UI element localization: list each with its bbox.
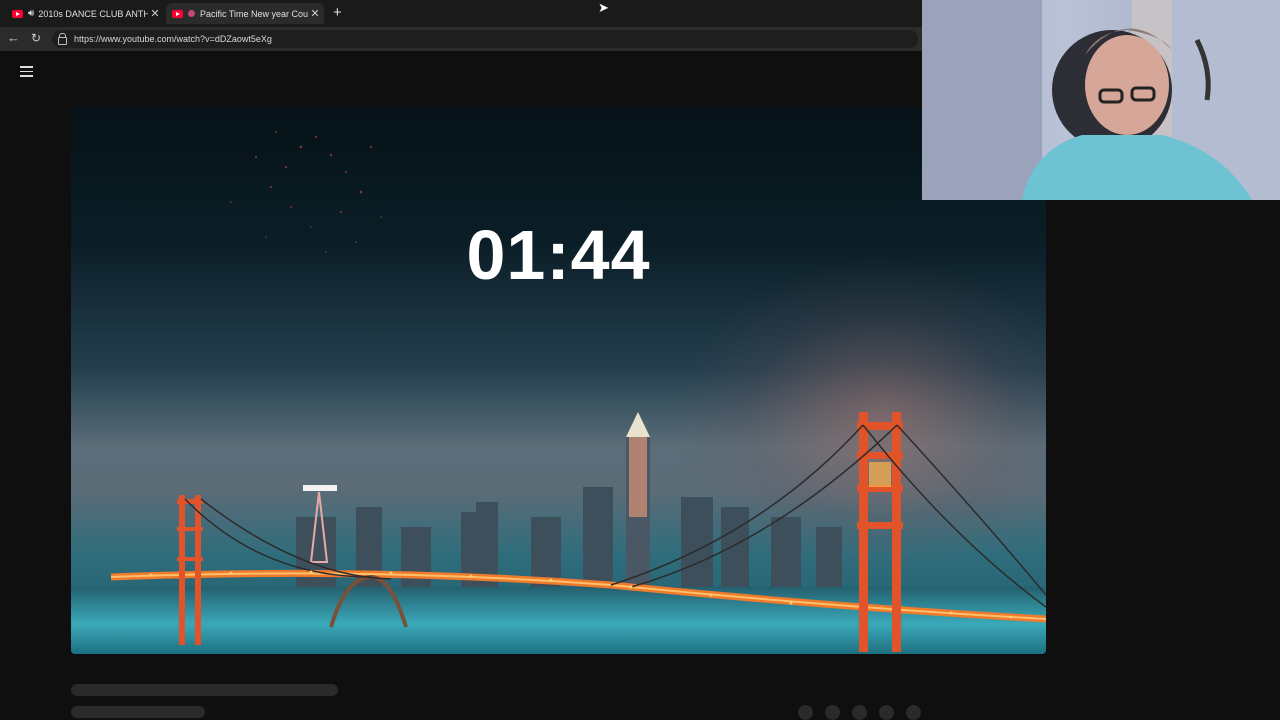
- streamer-figure: [922, 0, 1280, 200]
- back-icon[interactable]: ←: [7, 30, 20, 45]
- recording-dot-icon: [188, 10, 195, 17]
- tab-countdown[interactable]: Pacific Time New year Countdown ✕: [166, 3, 324, 24]
- lit-tower: [626, 412, 650, 437]
- tab-dance-club[interactable]: 🔊︎ 2010s DANCE CLUB ANTHEMS ✕: [6, 3, 164, 24]
- youtube-favicon: [12, 9, 23, 18]
- tab-title: Pacific Time New year Countdown: [200, 8, 308, 19]
- right-tower: [857, 412, 903, 652]
- webcam-overlay: [922, 0, 1280, 200]
- youtube-favicon: [172, 9, 183, 18]
- address-bar[interactable]: https://www.youtube.com/watch?v=dDZaowt5…: [52, 30, 918, 48]
- city-skyline: [296, 437, 842, 587]
- bridge-deck: [110, 569, 1046, 623]
- city-bridge-scene: [110, 131, 1046, 652]
- close-icon[interactable]: ✕: [148, 7, 162, 20]
- address-bar-row: ← ↻ https://www.youtube.com/watch?v=dDZa…: [0, 27, 922, 51]
- tab-title: 2010s DANCE CLUB ANTHEMS: [38, 8, 148, 19]
- lock-icon[interactable]: [58, 33, 67, 45]
- video-player[interactable]: 01:44: [71, 107, 1046, 654]
- channel-placeholder: [71, 706, 205, 718]
- left-tower: [177, 495, 203, 645]
- action-placeholder: [852, 705, 867, 720]
- plus-icon[interactable]: +: [333, 4, 342, 21]
- close-icon[interactable]: ✕: [308, 7, 322, 20]
- title-placeholder: [71, 684, 338, 696]
- action-placeholder: [798, 705, 813, 720]
- action-placeholder: [825, 705, 840, 720]
- countdown-timer: 01:44: [466, 216, 651, 294]
- url-text[interactable]: https://www.youtube.com/watch?v=dDZaowt5…: [74, 34, 272, 44]
- action-placeholder: [879, 705, 894, 720]
- hamburger-icon[interactable]: [20, 66, 33, 80]
- action-placeholder: [906, 705, 921, 720]
- speaker-icon[interactable]: 🔊︎: [28, 8, 34, 19]
- cursor-icon: ➤: [598, 0, 609, 15]
- reload-icon[interactable]: ↻: [31, 31, 41, 45]
- tab-strip: 🔊︎ 2010s DANCE CLUB ANTHEMS ✕ Pacific Ti…: [0, 0, 922, 27]
